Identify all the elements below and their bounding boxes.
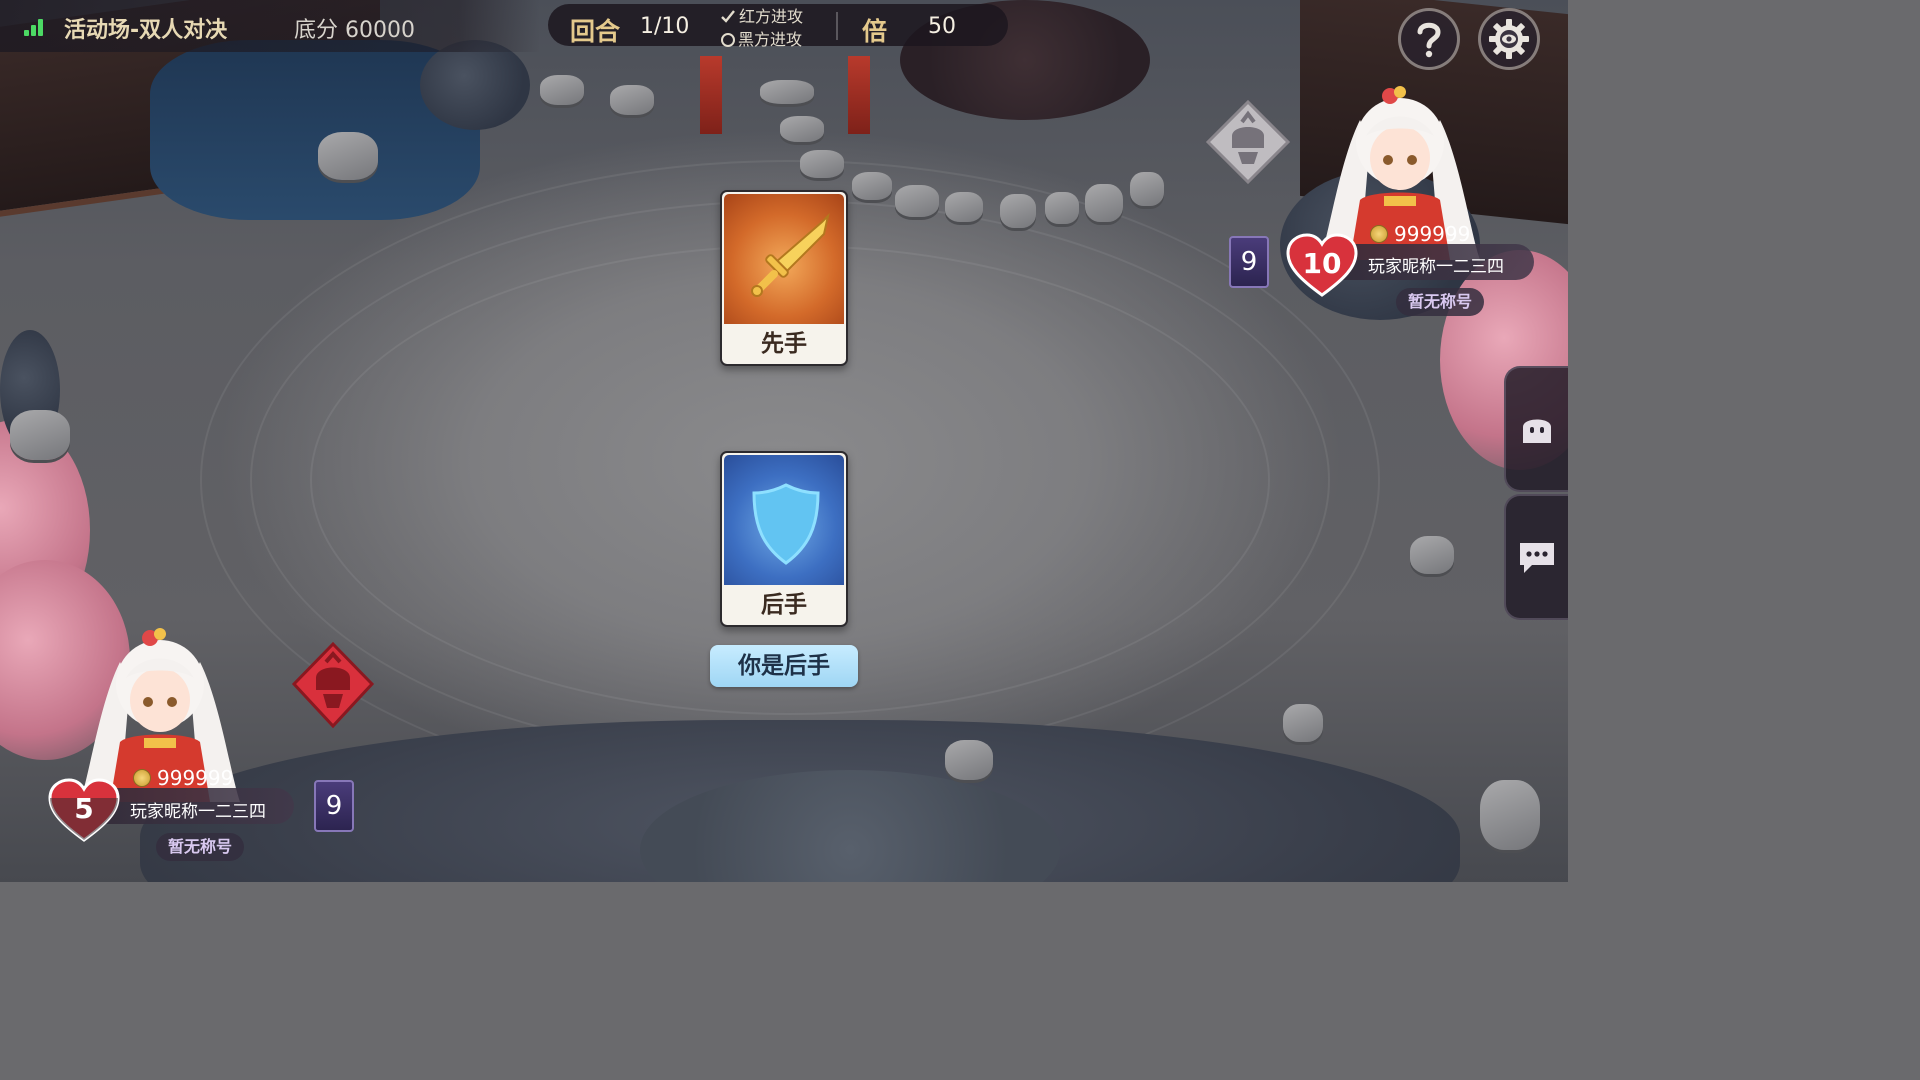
emoji-icon [1523, 419, 1551, 443]
chat-tab[interactable] [1504, 494, 1568, 620]
attack-option-red: 红方进攻 [720, 5, 803, 28]
garden-stone [10, 410, 70, 460]
self-coins: 999999 [133, 766, 233, 790]
divider [836, 12, 838, 40]
bush [420, 40, 530, 130]
attack-side-indicator: 红方进攻 黑方进攻 [720, 5, 803, 51]
opponent-title-badge: 暂无称号 [1396, 288, 1484, 316]
round-label: 回合 [570, 17, 621, 46]
opponent-nickname: 玩家昵称一二三四 [1368, 257, 1504, 277]
opponent-card-count: 9 [1229, 236, 1269, 288]
shield-icon [752, 483, 820, 565]
stepping-stone [945, 192, 983, 222]
stepping-stone [800, 150, 844, 178]
radio-empty-icon [721, 32, 735, 47]
attack-option-label: 红方进攻 [739, 7, 804, 26]
attack-option-label: 黑方进攻 [738, 30, 803, 49]
stepping-stone [780, 116, 824, 142]
opponent-health: 10 [1286, 233, 1358, 299]
sword-icon [751, 212, 830, 297]
stepping-stone [1045, 192, 1079, 224]
samurai-helmet-icon [1205, 99, 1291, 185]
opponent-coins: 999999 [1370, 222, 1470, 246]
coin-icon [133, 769, 151, 787]
first-move-card[interactable]: 先手 [720, 190, 848, 366]
help-button[interactable] [1398, 8, 1460, 70]
stepping-stone [760, 80, 814, 104]
settings-button[interactable] [1478, 8, 1540, 70]
garden-stone [945, 740, 993, 780]
help-icon [1417, 22, 1441, 58]
signal-icon [24, 18, 48, 36]
stepping-stone [852, 172, 892, 200]
health-value: 10 [1302, 247, 1342, 280]
base-score-label: 底分 60000 [294, 18, 415, 43]
health-value: 5 [74, 792, 94, 825]
torii-pillar [700, 56, 722, 134]
second-move-card[interactable]: 后手 [720, 451, 848, 627]
stepping-stone [610, 85, 654, 115]
garden-stone [1283, 704, 1323, 742]
coin-amount: 999999 [1394, 222, 1471, 246]
stepping-stone [1085, 184, 1123, 222]
round-value: 1/10 [640, 14, 690, 39]
stepping-stone [540, 75, 584, 105]
self-card-count: 9 [314, 780, 354, 832]
attack-option-black: 黑方进攻 [720, 28, 803, 51]
stepping-stone [1130, 172, 1164, 206]
emoji-tab[interactable] [1504, 366, 1568, 492]
self-nickname: 玩家昵称一二三四 [130, 802, 266, 822]
card-label: 后手 [761, 592, 807, 618]
turn-order-banner: 你是后手 [710, 645, 858, 687]
garden-stone [318, 132, 378, 180]
multiplier-value: 50 [928, 14, 956, 39]
settings-icon [1489, 19, 1529, 59]
check-icon [721, 9, 735, 23]
chat-icon [1520, 543, 1554, 573]
coin-icon [1370, 225, 1388, 243]
card-art [724, 194, 844, 324]
game-mode-label: 活动场-双人对决 [64, 18, 228, 43]
self-health: 5 [48, 778, 120, 844]
card-art [724, 455, 844, 585]
stone-lantern [1480, 780, 1540, 850]
coin-amount: 999999 [157, 766, 234, 790]
garden-stone [1410, 536, 1454, 574]
self-title-badge: 暂无称号 [156, 833, 244, 861]
stepping-stone [895, 185, 939, 217]
multiplier-label: 倍 [862, 17, 888, 46]
stepping-stone [1000, 194, 1036, 228]
card-label: 先手 [761, 331, 807, 357]
torii-pillar [848, 56, 870, 134]
samurai-helmet-icon [291, 641, 375, 729]
